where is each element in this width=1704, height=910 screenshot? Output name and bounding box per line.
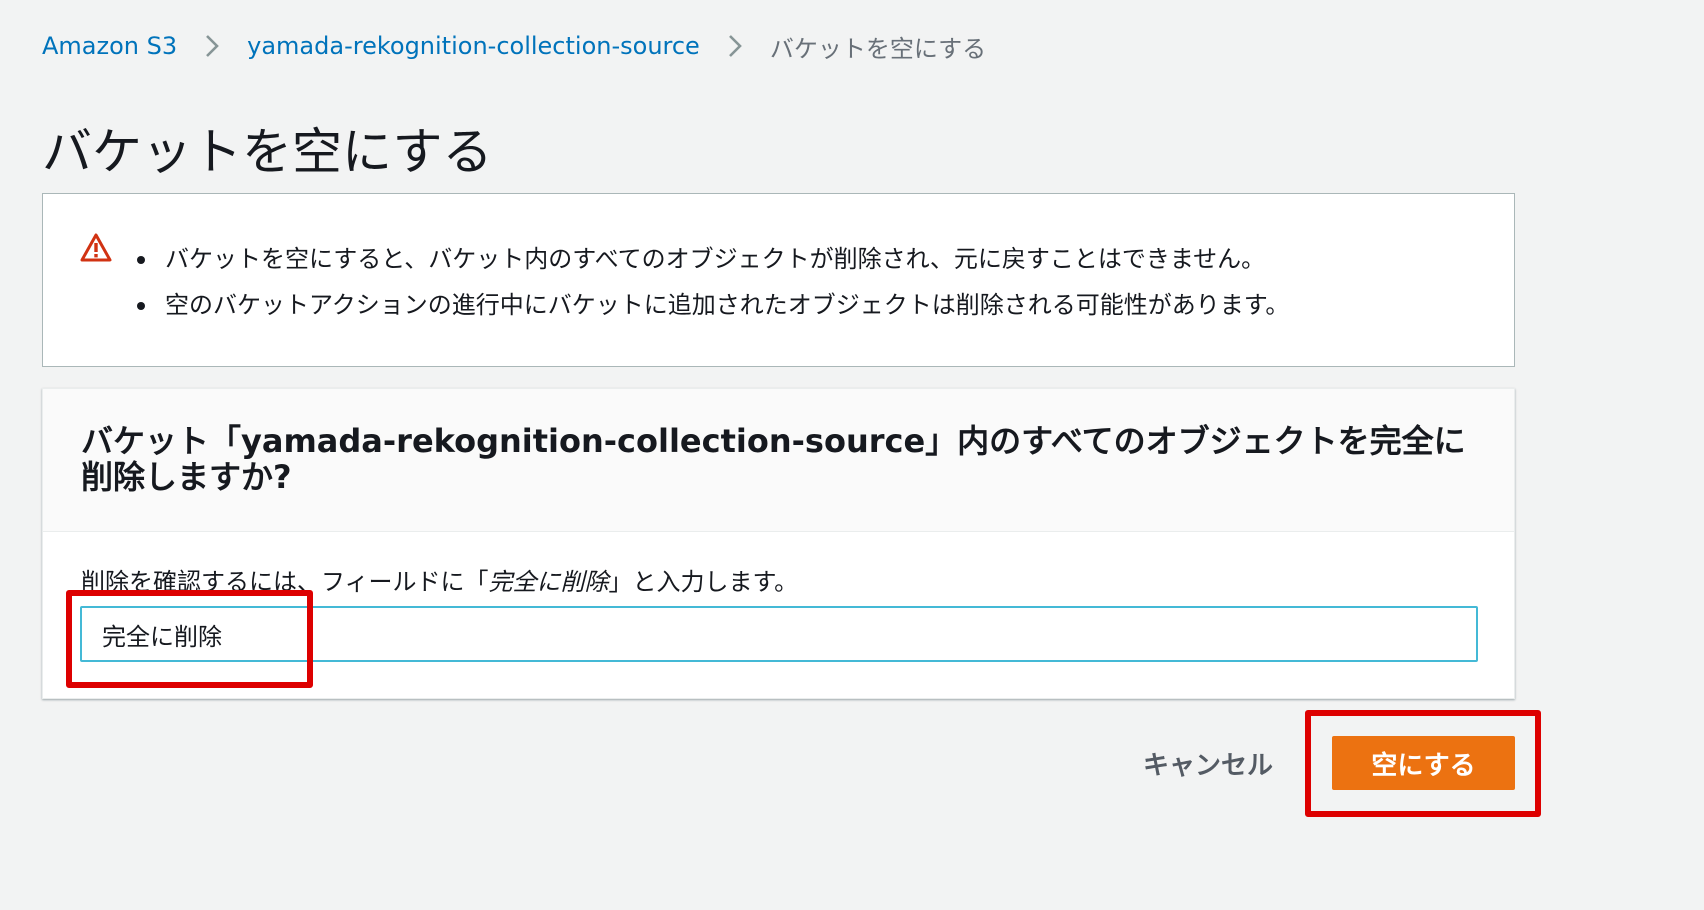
confirmation-heading: バケット「yamada-rekognition-collection-sourc… bbox=[81, 422, 1466, 496]
breadcrumb-item-current: バケットを空にする bbox=[769, 34, 987, 63]
confirmation-instruction: 削除を確認するには、フィールドに「完全に削除」と入力します。 bbox=[81, 562, 798, 597]
breadcrumb-item-bucket[interactable]: yamada-rekognition-collection-source bbox=[247, 32, 700, 60]
page-title: バケットを空にする bbox=[42, 123, 493, 181]
confirmation-instruction-prefix: 削除を確認するには、フィールドに「 bbox=[81, 568, 489, 596]
warning-alert: バケットを空にすると、バケット内のすべてのオブジェクトが削除され、元に戻すことは… bbox=[42, 193, 1515, 367]
confirmation-keyword: 完全に削除 bbox=[488, 568, 609, 596]
confirmation-header: バケット「yamada-rekognition-collection-sourc… bbox=[43, 389, 1514, 532]
empty-bucket-button[interactable]: 空にする bbox=[1332, 736, 1515, 790]
confirmation-instruction-suffix: 」と入力します。 bbox=[608, 568, 799, 596]
chevron-right-icon bbox=[700, 28, 770, 64]
breadcrumb: Amazon S3 yamada-rekognition-collection-… bbox=[42, 28, 986, 64]
confirmation-panel: バケット「yamada-rekognition-collection-sourc… bbox=[42, 388, 1515, 699]
cancel-button[interactable]: キャンセル bbox=[1128, 738, 1288, 788]
warning-item: 空のバケットアクションの進行中にバケットに追加されたオブジェクトは削除される可能… bbox=[135, 282, 1289, 328]
empty-bucket-page: Amazon S3 yamada-rekognition-collection-… bbox=[0, 0, 1568, 837]
chevron-right-icon bbox=[177, 28, 247, 64]
breadcrumb-item-amazon-s3[interactable]: Amazon S3 bbox=[42, 32, 177, 60]
warning-item: バケットを空にすると、バケット内のすべてのオブジェクトが削除され、元に戻すことは… bbox=[135, 236, 1289, 282]
warning-triangle-icon bbox=[80, 233, 112, 262]
warning-list: バケットを空にすると、バケット内のすべてのオブジェクトが削除され、元に戻すことは… bbox=[135, 236, 1289, 328]
confirmation-input[interactable] bbox=[80, 606, 1478, 662]
